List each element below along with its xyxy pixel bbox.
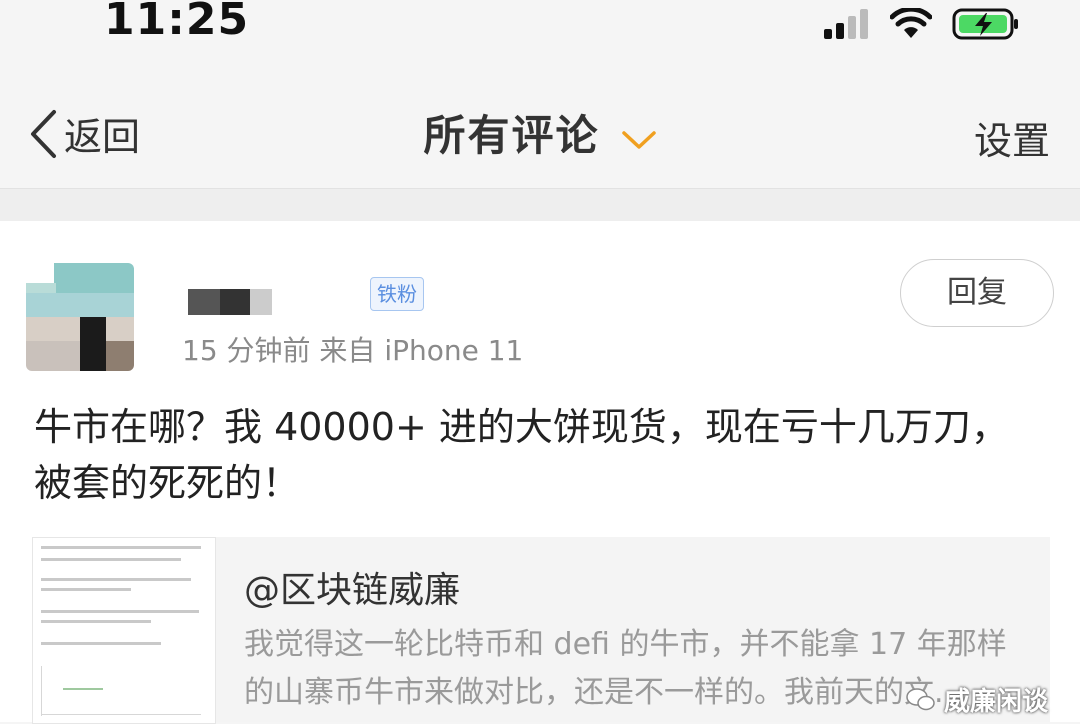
watermark-text: 威廉闲谈 xyxy=(943,687,1048,717)
quoted-post[interactable]: @区块链威廉 我觉得这一轮比特币和 defi 的牛市，并不能拿 17 年那样的山… xyxy=(32,537,1050,724)
system-icons xyxy=(824,6,1020,42)
comment-text: 牛市在哪？我 40000+ 进的大饼现货，现在亏十几万刀，被套的死死的！ xyxy=(34,405,1009,505)
username-redacted[interactable] xyxy=(182,281,272,315)
battery-charging-icon xyxy=(952,8,1018,40)
fan-badge: 铁粉 xyxy=(370,277,424,311)
title-selector[interactable]: 所有评论 xyxy=(0,102,1080,163)
page-title: 所有评论 xyxy=(423,111,600,160)
reply-button[interactable]: 回复 xyxy=(900,259,1054,327)
comment-meta: 15 分钟前 来自 iPhone 11 xyxy=(182,334,524,367)
wifi-icon xyxy=(890,8,932,38)
quoted-author: @区块链威廉 xyxy=(244,570,461,611)
navigation-bar: 返回 所有评论 设置 xyxy=(0,56,1080,189)
cellular-signal-icon xyxy=(824,9,868,39)
section-divider xyxy=(0,189,1080,221)
watermark: 威廉闲谈 xyxy=(906,681,1048,718)
chevron-down-icon xyxy=(621,130,656,149)
status-bar: 11:25 xyxy=(0,0,1080,56)
settings-button[interactable]: 设置 xyxy=(974,110,1050,165)
wechat-icon xyxy=(906,687,935,710)
status-time: 11:25 xyxy=(104,0,250,45)
post-thumbnail xyxy=(32,537,216,724)
avatar[interactable] xyxy=(26,263,134,371)
comment-card: 铁粉 15 分钟前 来自 iPhone 11 回复 牛市在哪？我 40000+ … xyxy=(0,221,1080,724)
